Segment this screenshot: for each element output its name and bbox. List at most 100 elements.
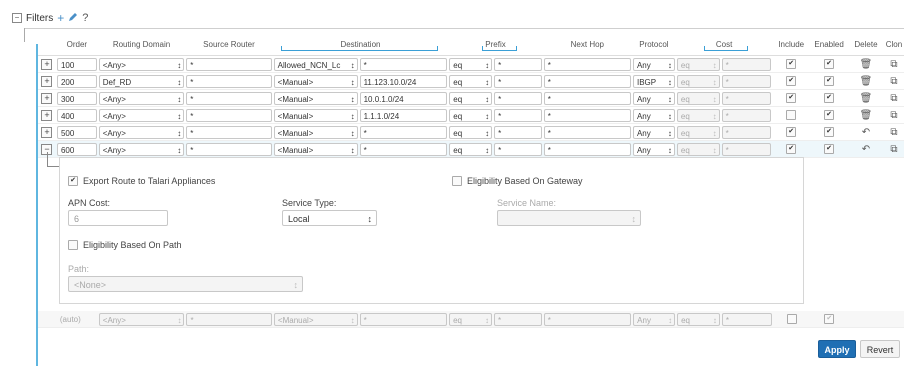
prefix-input[interactable]: * (494, 108, 542, 122)
protocol-select[interactable]: Any (632, 91, 675, 105)
service-type-select[interactable]: Local (282, 210, 377, 227)
new-cost-op-select[interactable]: eq (677, 312, 720, 326)
clone-icon[interactable]: ⧉ (885, 110, 903, 121)
clone-icon[interactable]: ⧉ (885, 76, 903, 87)
destination-input[interactable]: 11.123.10.0/24 (359, 74, 448, 88)
next-hop-input[interactable]: * (543, 74, 631, 88)
export-route-checkbox[interactable]: ✔ (68, 176, 78, 186)
new-enabled-checkbox[interactable]: ✔ (824, 314, 835, 324)
cost-op-select[interactable]: eq (676, 91, 720, 105)
enabled-checkbox[interactable]: ✔ (824, 127, 835, 137)
delete-icon[interactable]: 🗑 (849, 110, 883, 121)
include-checkbox[interactable]: ✔ (786, 93, 797, 103)
clone-icon[interactable]: ⧉ (885, 93, 903, 104)
cost-op-select[interactable]: eq (676, 74, 720, 88)
prefix-input[interactable]: * (494, 57, 542, 71)
protocol-select[interactable]: Any (632, 108, 675, 122)
delete-icon[interactable]: 🗑 (849, 76, 883, 87)
include-checkbox[interactable]: ✔ (786, 76, 797, 86)
source-router-input[interactable]: * (186, 142, 272, 156)
protocol-select[interactable]: Any (632, 125, 675, 139)
expand-toggle[interactable]: + (41, 75, 53, 87)
source-router-input[interactable]: * (186, 57, 272, 71)
routing-domain-select[interactable]: <Any> (98, 142, 185, 156)
order-input[interactable]: 200 (56, 74, 97, 88)
destination-input[interactable]: * (359, 125, 448, 139)
include-checkbox[interactable]: ✔ (786, 59, 797, 69)
enabled-checkbox[interactable]: ✔ (824, 110, 835, 120)
protocol-select[interactable]: Any (632, 57, 675, 71)
enabled-checkbox[interactable]: ✔ (824, 76, 835, 86)
clone-icon[interactable]: ⧉ (885, 144, 903, 155)
new-destination-type-select[interactable]: <Manual> (273, 312, 358, 326)
new-prefix-op-select[interactable]: eq (449, 312, 492, 326)
destination-input[interactable]: 1.1.1.0/24 (359, 108, 448, 122)
source-router-input[interactable]: * (186, 125, 272, 139)
cost-op-select[interactable]: eq (676, 142, 720, 156)
new-routing-domain-select[interactable]: <Any> (98, 312, 185, 326)
apn-cost-input[interactable]: 6 (68, 210, 168, 226)
include-checkbox[interactable] (786, 110, 797, 120)
enabled-checkbox[interactable]: ✔ (824, 93, 835, 103)
destination-type-select[interactable]: <Manual> (273, 125, 358, 139)
order-input[interactable]: 100 (56, 57, 97, 71)
prefix-op-select[interactable]: eq (449, 125, 493, 139)
new-next-hop-input[interactable]: * (543, 312, 632, 326)
destination-type-select[interactable]: <Manual> (273, 108, 358, 122)
cost-input[interactable]: * (721, 57, 772, 71)
add-filter-button[interactable]: + (57, 11, 64, 25)
routing-domain-select[interactable]: <Any> (98, 91, 185, 105)
undo-icon[interactable]: ↶ (849, 144, 883, 155)
protocol-select[interactable]: IBGP (632, 74, 675, 88)
cost-op-select[interactable]: eq (676, 108, 720, 122)
eligibility-path-checkbox[interactable] (68, 240, 78, 250)
next-hop-input[interactable]: * (543, 125, 631, 139)
include-checkbox[interactable]: ✔ (786, 144, 797, 154)
cost-input[interactable]: * (721, 125, 772, 139)
next-hop-input[interactable]: * (543, 57, 631, 71)
delete-icon[interactable]: 🗑 (849, 93, 883, 104)
eligibility-gateway-checkbox[interactable] (452, 176, 462, 186)
expand-toggle[interactable]: + (41, 58, 53, 70)
next-hop-input[interactable]: * (543, 108, 631, 122)
prefix-op-select[interactable]: eq (449, 74, 493, 88)
prefix-input[interactable]: * (494, 74, 542, 88)
routing-domain-select[interactable]: <Any> (98, 57, 185, 71)
expand-toggle[interactable]: + (41, 126, 53, 138)
cost-input[interactable]: * (721, 108, 772, 122)
new-protocol-select[interactable]: Any (633, 312, 676, 326)
destination-input[interactable]: * (359, 142, 448, 156)
delete-icon[interactable]: 🗑 (849, 59, 883, 70)
prefix-input[interactable]: * (494, 91, 542, 105)
new-cost-input[interactable]: * (721, 312, 772, 326)
source-router-input[interactable]: * (186, 108, 272, 122)
order-input[interactable]: 600 (56, 142, 97, 156)
cost-op-select[interactable]: eq (676, 125, 720, 139)
clone-icon[interactable]: ⧉ (885, 59, 903, 70)
new-destination-input[interactable]: * (359, 312, 448, 326)
prefix-op-select[interactable]: eq (449, 142, 493, 156)
protocol-select[interactable]: Any (632, 142, 675, 156)
cost-input[interactable]: * (721, 91, 772, 105)
revert-button[interactable]: Revert (860, 340, 900, 358)
enabled-checkbox[interactable]: ✔ (824, 59, 835, 69)
prefix-input[interactable]: * (494, 125, 542, 139)
destination-type-select[interactable]: <Manual> (273, 91, 358, 105)
expand-toggle[interactable]: + (41, 92, 53, 104)
export-route-option[interactable]: ✔ Export Route to Talari Appliances (68, 176, 215, 186)
help-button[interactable]: ? (82, 12, 88, 24)
destination-type-select[interactable]: <Manual> (273, 142, 358, 156)
new-include-checkbox[interactable] (786, 314, 797, 324)
prefix-op-select[interactable]: eq (449, 57, 493, 71)
order-input[interactable]: 500 (56, 125, 97, 139)
destination-type-select[interactable]: <Manual> (273, 74, 358, 88)
undo-icon[interactable]: ↶ (849, 127, 883, 138)
apply-button[interactable]: Apply (818, 340, 856, 358)
enabled-checkbox[interactable]: ✔ (824, 144, 835, 154)
prefix-op-select[interactable]: eq (449, 108, 493, 122)
prefix-op-select[interactable]: eq (449, 91, 493, 105)
next-hop-input[interactable]: * (543, 91, 631, 105)
destination-input[interactable]: 10.0.1.0/24 (359, 91, 448, 105)
source-router-input[interactable]: * (186, 74, 272, 88)
new-prefix-input[interactable]: * (493, 312, 542, 326)
